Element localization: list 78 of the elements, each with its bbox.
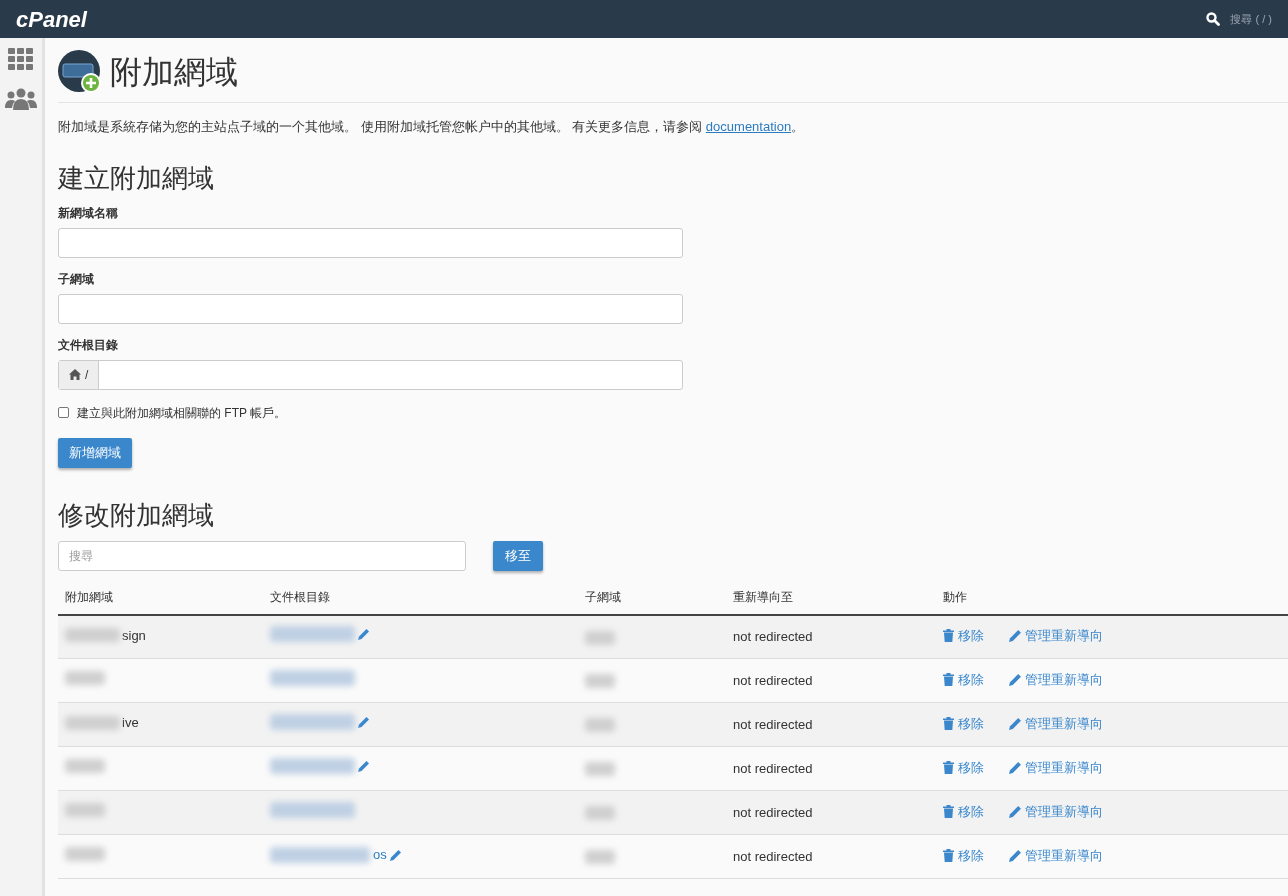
trash-icon [943,629,954,643]
pencil-icon [1009,672,1022,686]
pencil-icon[interactable] [358,715,370,728]
manage-redirect-link[interactable]: 管理重新導向 [1009,669,1103,690]
manage-redirect-link[interactable]: 管理重新導向 [1009,757,1103,778]
field-label: 子網域 [58,270,95,288]
redirect-status: not redirected [733,716,813,732]
field-label: 新網域名稱 [58,204,119,222]
trash-icon [943,848,954,862]
logo[interactable]: cPanel [16,2,87,36]
pencil-icon [1009,716,1022,730]
pencil-icon [1009,760,1022,774]
redacted-text [585,674,615,689]
pencil-icon[interactable] [358,759,370,772]
redacted-text [65,670,105,685]
search-icon[interactable] [1206,12,1221,26]
redirect-status: not redirected [733,760,813,776]
path-prefix: / [85,366,89,384]
column-header: 重新導向至 [733,590,793,604]
document-root-field[interactable]: / [58,359,683,390]
redirect-status: not redirected [733,629,813,644]
manage-redirect-link[interactable]: 管理重新導向 [1009,845,1103,866]
trash-icon [943,716,954,730]
users-icon[interactable] [5,88,37,110]
remove-link[interactable]: 移除 [943,713,984,734]
documentation-link[interactable]: documentation [705,119,792,134]
redirect-status: not redirected [733,848,813,864]
redacted-text [65,716,120,731]
pencil-icon[interactable] [358,628,370,640]
remove-link[interactable]: 移除 [943,625,984,646]
column-header: 附加網域 [65,590,113,604]
section-heading: 建立附加網域 [58,161,215,195]
add-domain-button[interactable]: 新增網域 [58,437,132,468]
section-heading: 修改附加網域 [58,498,215,532]
manage-redirect-link[interactable]: 管理重新導向 [1009,713,1103,734]
domain-text: sign [122,626,146,645]
docroot-link[interactable]: os [373,844,387,865]
search-field[interactable]: 搜尋 [58,540,466,571]
redacted-text [585,850,615,865]
redacted-text [65,758,105,773]
redirect-status: not redirected [733,672,813,688]
redacted-text [585,718,615,733]
pencil-icon [1009,629,1022,643]
manage-redirect-link[interactable]: 管理重新導向 [1009,625,1103,646]
column-header: 文件根目錄 [270,590,330,604]
redacted-text [65,628,120,643]
trash-icon [943,672,954,686]
page-title: 附加網域 [110,53,238,92]
trash-icon [943,760,954,774]
redacted-text [65,802,105,817]
remove-link[interactable]: 移除 [943,801,984,822]
intro-text: 附加域是系統存储为您的主站点子域的一个其他域。 使用附加域托管您帐户中的其他域。 有关更多信息，请参阅 documentation。 [58,118,806,136]
remove-link[interactable]: 移除 [943,669,984,690]
text-field[interactable] [58,293,683,324]
search-link[interactable]: 搜尋 ( / ) [1230,10,1272,28]
redacted-text [585,630,615,645]
manage-redirect-link[interactable]: 管理重新導向 [1009,801,1103,822]
pencil-icon [1009,804,1022,818]
remove-link[interactable]: 移除 [943,757,984,778]
domain-text: ive [122,714,139,733]
field-label: 文件根目錄 [58,336,119,354]
column-header: 子網域 [585,590,621,604]
text-field[interactable] [58,227,683,258]
redirect-status: not redirected [733,804,813,820]
domain-add-icon [58,50,102,94]
trash-icon [943,804,954,818]
redacted-text [585,806,615,821]
pencil-icon[interactable] [389,848,402,861]
home-icon [69,369,81,380]
remove-link[interactable]: 移除 [943,845,984,866]
ftp-checkbox-label: 建立與此附加網域相關聯的 FTP 帳戶。 [77,404,287,422]
pencil-icon [1009,848,1022,862]
redacted-text [585,762,615,777]
go-button[interactable]: 移至 [493,540,543,571]
ftp-checkbox[interactable] [58,407,69,418]
grid-icon[interactable] [8,48,34,70]
redacted-text [65,846,105,861]
column-header: 動作 [943,590,967,604]
